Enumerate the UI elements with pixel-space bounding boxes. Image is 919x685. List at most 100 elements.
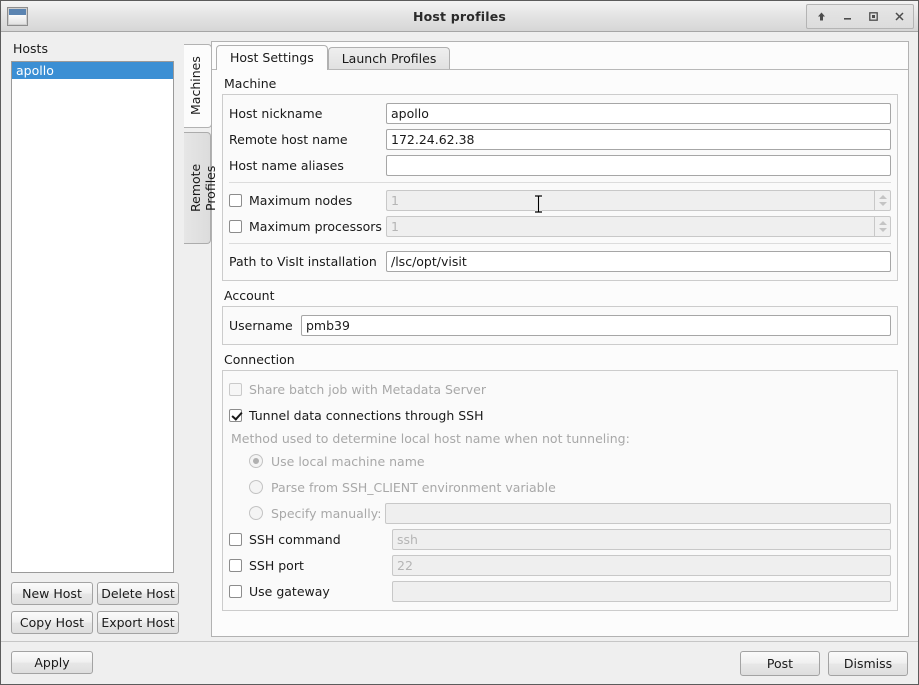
host-nickname-label: Host nickname (229, 106, 386, 121)
window-title: Host profiles (1, 9, 918, 24)
maximum-processors-input[interactable]: 1 (386, 216, 874, 237)
maximize-button[interactable] (861, 6, 885, 27)
maximum-processors-checkbox[interactable] (229, 220, 242, 233)
maximum-nodes-stepper[interactable]: 1 (386, 190, 891, 211)
host-settings-content: Machine Host nickname apollo Remote host… (212, 69, 908, 636)
row-specify-manually: Specify manually: (249, 500, 891, 526)
delete-host-button[interactable]: Delete Host (97, 582, 179, 605)
use-local-machine-name-radio[interactable] (249, 454, 263, 468)
chevron-up-icon[interactable] (879, 195, 887, 199)
use-local-machine-name-label: Use local machine name (271, 454, 425, 469)
ssh-port-label: SSH port (249, 558, 392, 573)
host-name-aliases-label: Host name aliases (229, 158, 386, 173)
host-buttons: New Host Delete Host Copy Host Export Ho… (11, 582, 174, 634)
chevron-up-icon[interactable] (879, 221, 887, 225)
row-username: Username pmb39 (229, 312, 891, 338)
chevron-down-icon[interactable] (879, 202, 887, 206)
account-group: Account Username pmb39 (222, 288, 898, 345)
apply-button[interactable]: Apply (11, 651, 93, 674)
bottom-divider (1, 641, 918, 642)
maximum-nodes-spin-buttons[interactable] (874, 190, 891, 211)
maximum-nodes-label: Maximum nodes (249, 193, 386, 208)
row-host-nickname: Host nickname apollo (229, 100, 891, 126)
path-to-visit-label: Path to VisIt installation (229, 254, 386, 269)
vtab-remote-profiles[interactable]: Remote Profiles (184, 132, 211, 244)
row-use-gateway: Use gateway (229, 578, 891, 604)
maximum-processors-stepper[interactable]: 1 (386, 216, 891, 237)
minimize-button[interactable] (835, 6, 859, 27)
ssh-command-label: SSH command (249, 532, 392, 547)
tunnel-ssh-label: Tunnel data connections through SSH (249, 408, 484, 423)
row-use-local-machine-name: Use local machine name (249, 448, 891, 474)
machine-group-title: Machine (224, 76, 898, 91)
dismiss-button[interactable]: Dismiss (828, 651, 908, 676)
machine-group: Machine Host nickname apollo Remote host… (222, 76, 898, 281)
path-to-visit-input[interactable]: /lsc/opt/visit (386, 251, 891, 272)
row-ssh-port: SSH port 22 (229, 552, 891, 578)
machine-group-box: Host nickname apollo Remote host name 17… (222, 94, 898, 281)
parse-ssh-client-radio[interactable] (249, 480, 263, 494)
tab-launch-profiles[interactable]: Launch Profiles (328, 47, 451, 70)
share-batch-job-label: Share batch job with Metadata Server (249, 382, 486, 397)
ssh-port-checkbox[interactable] (229, 559, 242, 572)
new-host-button[interactable]: New Host (11, 582, 93, 605)
hosts-label: Hosts (13, 41, 174, 56)
use-gateway-checkbox[interactable] (229, 585, 242, 598)
divider (229, 182, 891, 183)
specify-manually-radio[interactable] (249, 506, 263, 520)
host-name-aliases-input[interactable] (386, 155, 891, 176)
settings-area: Machines Remote Profiles Host Settings L… (182, 32, 918, 684)
account-group-title: Account (224, 288, 898, 303)
connection-group-title: Connection (224, 352, 898, 367)
apply-button-wrap: Apply (11, 651, 174, 684)
row-path-to-visit: Path to VisIt installation /lsc/opt/visi… (229, 248, 891, 274)
host-profiles-window: Host profiles Hosts apollo New Hos (0, 0, 919, 685)
close-button[interactable] (887, 6, 911, 27)
row-maximum-nodes: Maximum nodes 1 (229, 187, 891, 213)
connection-group: Connection Share batch job with Metadata… (222, 352, 898, 611)
row-share-batch-job: Share batch job with Metadata Server (229, 376, 891, 402)
horizontal-tab-strip: Host Settings Launch Profiles (212, 45, 908, 70)
username-label: Username (229, 318, 301, 333)
ssh-command-checkbox[interactable] (229, 533, 242, 546)
hosts-list[interactable]: apollo (11, 61, 174, 573)
ssh-port-input[interactable]: 22 (392, 555, 891, 576)
maximum-nodes-checkbox[interactable] (229, 194, 242, 207)
post-button[interactable]: Post (740, 651, 820, 676)
window-controls (806, 4, 914, 29)
host-nickname-input[interactable]: apollo (386, 103, 891, 124)
row-remote-host-name: Remote host name 172.24.62.38 (229, 126, 891, 152)
username-input[interactable]: pmb39 (301, 315, 891, 336)
vertical-tab-strip: Machines Remote Profiles (184, 41, 211, 637)
divider (229, 243, 891, 244)
settings-panel: Machines Remote Profiles Host Settings L… (184, 41, 909, 637)
copy-host-button[interactable]: Copy Host (11, 611, 93, 634)
row-ssh-command: SSH command ssh (229, 526, 891, 552)
vtab-machines[interactable]: Machines (184, 44, 212, 128)
row-host-name-aliases: Host name aliases (229, 152, 891, 178)
dialog-buttons: Post Dismiss (740, 651, 908, 676)
chevron-down-icon[interactable] (879, 228, 887, 232)
tab-host-settings[interactable]: Host Settings (216, 45, 328, 70)
use-gateway-input[interactable] (392, 581, 891, 602)
row-maximum-processors: Maximum processors 1 (229, 213, 891, 239)
remote-host-name-input[interactable]: 172.24.62.38 (386, 129, 891, 150)
list-item-apollo[interactable]: apollo (12, 62, 173, 79)
maximum-processors-spin-buttons[interactable] (874, 216, 891, 237)
row-tunnel-ssh: Tunnel data connections through SSH (229, 402, 891, 428)
row-parse-ssh-client: Parse from SSH_CLIENT environment variab… (249, 474, 891, 500)
method-hint-label: Method used to determine local host name… (229, 428, 891, 448)
maximum-nodes-input[interactable]: 1 (386, 190, 874, 211)
specify-manually-input[interactable] (385, 503, 891, 524)
ssh-command-input[interactable]: ssh (392, 529, 891, 550)
specify-manually-label: Specify manually: (271, 506, 385, 521)
export-host-button[interactable]: Export Host (97, 611, 179, 634)
hosts-panel: Hosts apollo New Host Delete Host Copy H… (1, 32, 182, 684)
shade-button[interactable] (809, 6, 833, 27)
parse-ssh-client-label: Parse from SSH_CLIENT environment variab… (271, 480, 556, 495)
dialog-body: Hosts apollo New Host Delete Host Copy H… (1, 32, 918, 684)
remote-host-name-label: Remote host name (229, 132, 386, 147)
share-batch-job-checkbox[interactable] (229, 383, 242, 396)
machines-pane: Host Settings Launch Profiles Machine Ho… (211, 41, 909, 637)
tunnel-ssh-checkbox[interactable] (229, 409, 242, 422)
